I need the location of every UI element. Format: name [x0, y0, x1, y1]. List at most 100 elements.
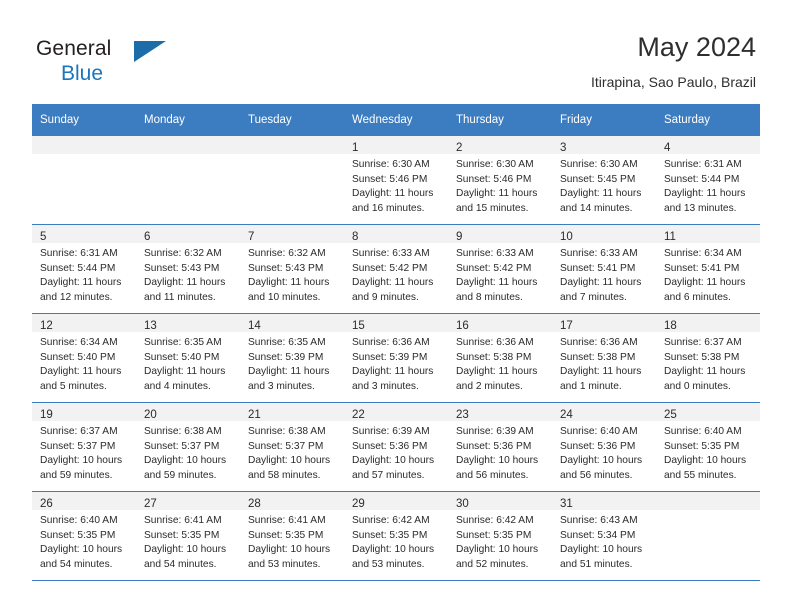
calendar-day-cell[interactable]: 27 Sunrise: 6:41 AM Sunset: 5:35 PM Dayligh…	[136, 491, 240, 581]
calendar-day-cell[interactable]: 11 Sunrise: 6:34 AM Sunset: 5:41 PM Dayligh…	[656, 224, 760, 314]
logo-text-blue: Blue	[61, 62, 104, 85]
sunrise-text: Sunrise: 6:31 AM	[40, 248, 118, 259]
day-number-band: 7	[240, 225, 344, 243]
day-number-band	[656, 492, 760, 510]
day-number: 29	[352, 498, 365, 510]
calendar-day-cell[interactable]: 17 Sunrise: 6:36 AM Sunset: 5:38 PM Dayligh…	[552, 313, 656, 403]
page-title: May 2024	[637, 32, 756, 62]
daylight-text-line2: and 4 minutes.	[144, 380, 211, 392]
calendar-day-cell[interactable]: 13 Sunrise: 6:35 AM Sunset: 5:40 PM Dayligh…	[136, 313, 240, 403]
calendar-week-row: 5 Sunrise: 6:31 AM Sunset: 5:44 PM Daylight…	[32, 224, 760, 314]
daylight-text-line1: Daylight: 11 hours	[40, 277, 122, 289]
day-number-band: 20	[136, 403, 240, 421]
calendar-day-cell[interactable]: 31 Sunrise: 6:43 AM Sunset: 5:34 PM Dayligh…	[552, 491, 656, 581]
daylight-text-line1: Daylight: 11 hours	[456, 277, 538, 289]
day-number: 6	[144, 231, 151, 243]
day-number: 4	[664, 142, 671, 154]
daylight-text-line2: and 10 minutes.	[248, 291, 321, 303]
daylight-text-line1: Daylight: 11 hours	[40, 366, 122, 378]
calendar-day-cell[interactable]: 6 Sunrise: 6:32 AM Sunset: 5:43 PM Daylight…	[136, 224, 240, 314]
day-details: Sunrise: 6:38 AM Sunset: 5:37 PM Daylight:…	[136, 421, 240, 483]
daylight-text-line2: and 14 minutes.	[560, 202, 633, 214]
calendar-day-cell[interactable]: 10 Sunrise: 6:33 AM Sunset: 5:41 PM Dayligh…	[552, 224, 656, 314]
sunrise-text: Sunrise: 6:34 AM	[664, 248, 742, 259]
weekday-header-sunday: Sunday	[32, 104, 136, 136]
day-details: Sunrise: 6:34 AM Sunset: 5:40 PM Daylight:…	[32, 332, 136, 394]
day-number: 20	[144, 409, 157, 421]
calendar-day-cell[interactable]: 30 Sunrise: 6:42 AM Sunset: 5:35 PM Dayligh…	[448, 491, 552, 581]
calendar-day-cell[interactable]: 25 Sunrise: 6:40 AM Sunset: 5:35 PM Dayligh…	[656, 402, 760, 492]
sunrise-text: Sunrise: 6:43 AM	[560, 515, 638, 526]
day-number-band: 1	[344, 136, 448, 154]
daylight-text-line2: and 16 minutes.	[352, 202, 425, 214]
sunrise-text: Sunrise: 6:42 AM	[352, 515, 430, 526]
sunrise-text: Sunrise: 6:37 AM	[40, 426, 118, 437]
calendar-day-cell[interactable]: 24 Sunrise: 6:40 AM Sunset: 5:36 PM Dayligh…	[552, 402, 656, 492]
day-number-band: 15	[344, 314, 448, 332]
calendar-day-cell[interactable]: 28 Sunrise: 6:41 AM Sunset: 5:35 PM Dayligh…	[240, 491, 344, 581]
day-number: 26	[40, 498, 53, 510]
calendar-day-cell[interactable]: 8 Sunrise: 6:33 AM Sunset: 5:42 PM Daylight…	[344, 224, 448, 314]
sunset-text: Sunset: 5:45 PM	[560, 173, 636, 185]
calendar-day-cell[interactable]: 15 Sunrise: 6:36 AM Sunset: 5:39 PM Dayligh…	[344, 313, 448, 403]
day-number-band: 29	[344, 492, 448, 510]
calendar-day-cell[interactable]: 26 Sunrise: 6:40 AM Sunset: 5:35 PM Dayligh…	[32, 491, 136, 581]
sunset-text: Sunset: 5:46 PM	[456, 173, 532, 185]
logo-triangle-icon	[134, 41, 166, 62]
daylight-text-line2: and 13 minutes.	[664, 202, 737, 214]
calendar-day-cell[interactable]: 1 Sunrise: 6:30 AM Sunset: 5:46 PM Daylight…	[344, 136, 448, 225]
calendar-day-cell[interactable]: 5 Sunrise: 6:31 AM Sunset: 5:44 PM Daylight…	[32, 224, 136, 314]
sunset-text: Sunset: 5:35 PM	[248, 529, 324, 541]
daylight-text-line1: Daylight: 11 hours	[248, 366, 330, 378]
calendar-day-cell[interactable]: 18 Sunrise: 6:37 AM Sunset: 5:38 PM Dayligh…	[656, 313, 760, 403]
daylight-text-line1: Daylight: 11 hours	[560, 277, 642, 289]
day-number: 8	[352, 231, 359, 243]
calendar-day-cell[interactable]: 14 Sunrise: 6:35 AM Sunset: 5:39 PM Dayligh…	[240, 313, 344, 403]
daylight-text-line2: and 57 minutes.	[352, 469, 425, 481]
sunrise-text: Sunrise: 6:40 AM	[560, 426, 638, 437]
calendar-day-cell[interactable]: 21 Sunrise: 6:38 AM Sunset: 5:37 PM Dayligh…	[240, 402, 344, 492]
calendar-day-cell[interactable]: 2 Sunrise: 6:30 AM Sunset: 5:46 PM Daylight…	[448, 136, 552, 225]
day-number-band: 31	[552, 492, 656, 510]
day-number: 19	[40, 409, 53, 421]
daylight-text-line1: Daylight: 11 hours	[560, 366, 642, 378]
sunrise-text: Sunrise: 6:34 AM	[40, 337, 118, 348]
calendar-day-cell[interactable]: 29 Sunrise: 6:42 AM Sunset: 5:35 PM Dayligh…	[344, 491, 448, 581]
calendar-day-cell[interactable]: 20 Sunrise: 6:38 AM Sunset: 5:37 PM Dayligh…	[136, 402, 240, 492]
calendar-day-cell[interactable]: 9 Sunrise: 6:33 AM Sunset: 5:42 PM Daylight…	[448, 224, 552, 314]
daylight-text-line1: Daylight: 10 hours	[352, 455, 435, 467]
day-number: 21	[248, 409, 261, 421]
calendar-day-cell[interactable]: 23 Sunrise: 6:39 AM Sunset: 5:36 PM Dayligh…	[448, 402, 552, 492]
calendar-day-cell[interactable]: 19 Sunrise: 6:37 AM Sunset: 5:37 PM Dayligh…	[32, 402, 136, 492]
day-details: Sunrise: 6:33 AM Sunset: 5:42 PM Daylight:…	[448, 243, 552, 305]
sunset-text: Sunset: 5:35 PM	[456, 529, 532, 541]
day-details: Sunrise: 6:39 AM Sunset: 5:36 PM Daylight:…	[344, 421, 448, 483]
day-number-band	[32, 136, 136, 154]
daylight-text-line1: Daylight: 11 hours	[144, 366, 226, 378]
day-number-band: 17	[552, 314, 656, 332]
calendar-header-row: Sunday Monday Tuesday Wednesday Thursday Frid…	[32, 104, 760, 136]
calendar-day-cell[interactable]: 7 Sunrise: 6:32 AM Sunset: 5:43 PM Daylight…	[240, 224, 344, 314]
day-number-band: 16	[448, 314, 552, 332]
daylight-text-line2: and 9 minutes.	[352, 291, 419, 303]
daylight-text-line2: and 55 minutes.	[664, 469, 737, 481]
day-number: 14	[248, 320, 261, 332]
daylight-text-line1: Daylight: 11 hours	[352, 188, 434, 200]
daylight-text-line1: Daylight: 11 hours	[664, 366, 746, 378]
day-details: Sunrise: 6:36 AM Sunset: 5:38 PM Daylight:…	[448, 332, 552, 394]
calendar-day-cell[interactable]: 22 Sunrise: 6:39 AM Sunset: 5:36 PM Dayligh…	[344, 402, 448, 492]
sunrise-text: Sunrise: 6:41 AM	[144, 515, 222, 526]
daylight-text-line2: and 56 minutes.	[560, 469, 633, 481]
calendar-day-cell[interactable]: 4 Sunrise: 6:31 AM Sunset: 5:44 PM Daylight…	[656, 136, 760, 225]
calendar-day-cell[interactable]: 12 Sunrise: 6:34 AM Sunset: 5:40 PM Dayligh…	[32, 313, 136, 403]
sunset-text: Sunset: 5:46 PM	[352, 173, 428, 185]
day-number-band: 30	[448, 492, 552, 510]
sunset-text: Sunset: 5:41 PM	[560, 262, 636, 274]
daylight-text-line1: Daylight: 11 hours	[352, 277, 434, 289]
sunrise-text: Sunrise: 6:30 AM	[456, 159, 534, 170]
day-number-band	[240, 136, 344, 154]
calendar-day-cell[interactable]: 16 Sunrise: 6:36 AM Sunset: 5:38 PM Dayligh…	[448, 313, 552, 403]
day-details: Sunrise: 6:33 AM Sunset: 5:42 PM Daylight:…	[344, 243, 448, 305]
calendar-day-cell[interactable]: 3 Sunrise: 6:30 AM Sunset: 5:45 PM Daylight…	[552, 136, 656, 225]
weekday-header-thursday: Thursday	[448, 104, 552, 136]
